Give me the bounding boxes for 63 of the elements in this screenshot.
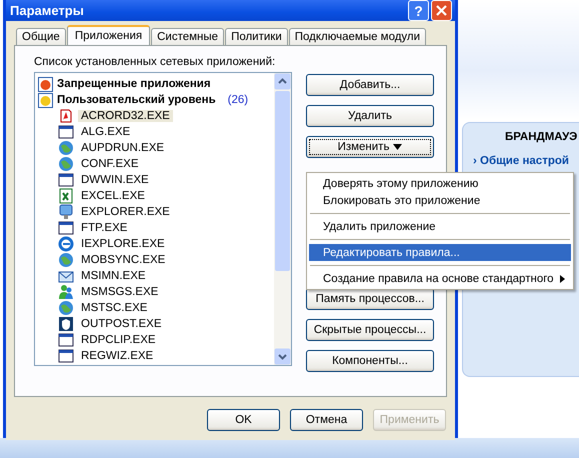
application-item[interactable]: FTP.EXE [78, 222, 130, 234]
action-button[interactable]: Изменить [306, 136, 434, 158]
item-count: (26) [228, 94, 248, 106]
window-icon [58, 124, 74, 140]
window-icon [58, 172, 74, 188]
menu-item[interactable]: Доверять этому приложению [309, 175, 571, 192]
application-item[interactable]: EXPLORER.EXE [78, 206, 173, 218]
scroll-thumb[interactable] [275, 91, 290, 271]
action-button[interactable]: Память процессов... [306, 288, 434, 310]
tab[interactable]: Приложения [66, 25, 150, 45]
globe-icon [58, 252, 74, 268]
close-button[interactable] [431, 0, 452, 21]
window-title: Параметры [10, 3, 85, 18]
application-item[interactable]: MSIMN.EXE [78, 270, 149, 282]
application-item[interactable]: AUPDRUN.EXE [78, 142, 168, 154]
action-button[interactable]: Скрытые процессы... [306, 319, 434, 341]
menu-item[interactable]: Блокировать это приложение [309, 192, 571, 209]
tab[interactable]: Общие [16, 28, 66, 45]
window-icon [58, 220, 74, 236]
spreadsheet-icon [58, 188, 74, 204]
application-item[interactable]: RDPCLIP.EXE [78, 334, 159, 346]
computer-icon [58, 204, 74, 220]
dialog-button[interactable]: Отмена [290, 409, 363, 431]
application-item[interactable]: CONF.EXE [78, 158, 142, 170]
dialog-button[interactable]: OK [207, 409, 280, 431]
menu-item[interactable]: Создание правила на основе стандартного [309, 270, 571, 287]
shield-icon [58, 316, 74, 332]
application-item[interactable]: ACRORD32.EXE [78, 110, 173, 122]
list-label: Список установленных сетевых приложений: [34, 56, 276, 68]
tab[interactable]: Подключаемые модули [288, 28, 426, 45]
action-button[interactable]: Удалить [306, 105, 434, 127]
caret-icon [393, 144, 402, 150]
globe-icon [58, 156, 74, 172]
tab[interactable]: Системные [151, 28, 224, 45]
action-button[interactable]: Добавить... [306, 74, 434, 96]
application-item[interactable]: MSTSC.EXE [78, 302, 150, 314]
scroll-up-icon[interactable] [274, 73, 291, 90]
panel-heading: БРАНДМАУЭ [505, 131, 578, 143]
action-button[interactable]: Компоненты... [306, 350, 434, 372]
application-item[interactable]: ALG.EXE [78, 126, 134, 138]
window-icon [58, 332, 74, 348]
document-icon [58, 108, 74, 124]
globe-icon [58, 140, 74, 156]
application-item[interactable]: MOBSYNC.EXE [78, 254, 168, 266]
application-item[interactable]: MSMSGS.EXE [78, 286, 162, 298]
help-button[interactable]: ? [408, 0, 429, 21]
globe-icon [58, 300, 74, 316]
scroll-down-icon[interactable] [274, 348, 291, 365]
application-item[interactable]: IEXPLORE.EXE [78, 238, 168, 250]
scrollbar[interactable] [274, 73, 291, 365]
application-item[interactable]: REGWIZ.EXE [78, 350, 156, 362]
browser-icon [58, 236, 74, 252]
menu-item[interactable]: Удалить приложение [309, 218, 571, 235]
application-item[interactable]: DWWIN.EXE [78, 174, 152, 186]
menu-item[interactable]: Редактировать правила... [309, 244, 571, 261]
application-item[interactable]: EXCEL.EXE [78, 190, 148, 202]
tab[interactable]: Политики [225, 28, 288, 45]
people-icon [58, 284, 74, 300]
settings-link[interactable]: › Общие настрой [473, 155, 579, 167]
close-icon [436, 5, 447, 16]
group-label[interactable]: Пользовательский уровень [57, 94, 216, 106]
application-item[interactable]: OUTPOST.EXE [78, 318, 165, 330]
group-label[interactable]: Запрещенные приложения [57, 78, 211, 90]
